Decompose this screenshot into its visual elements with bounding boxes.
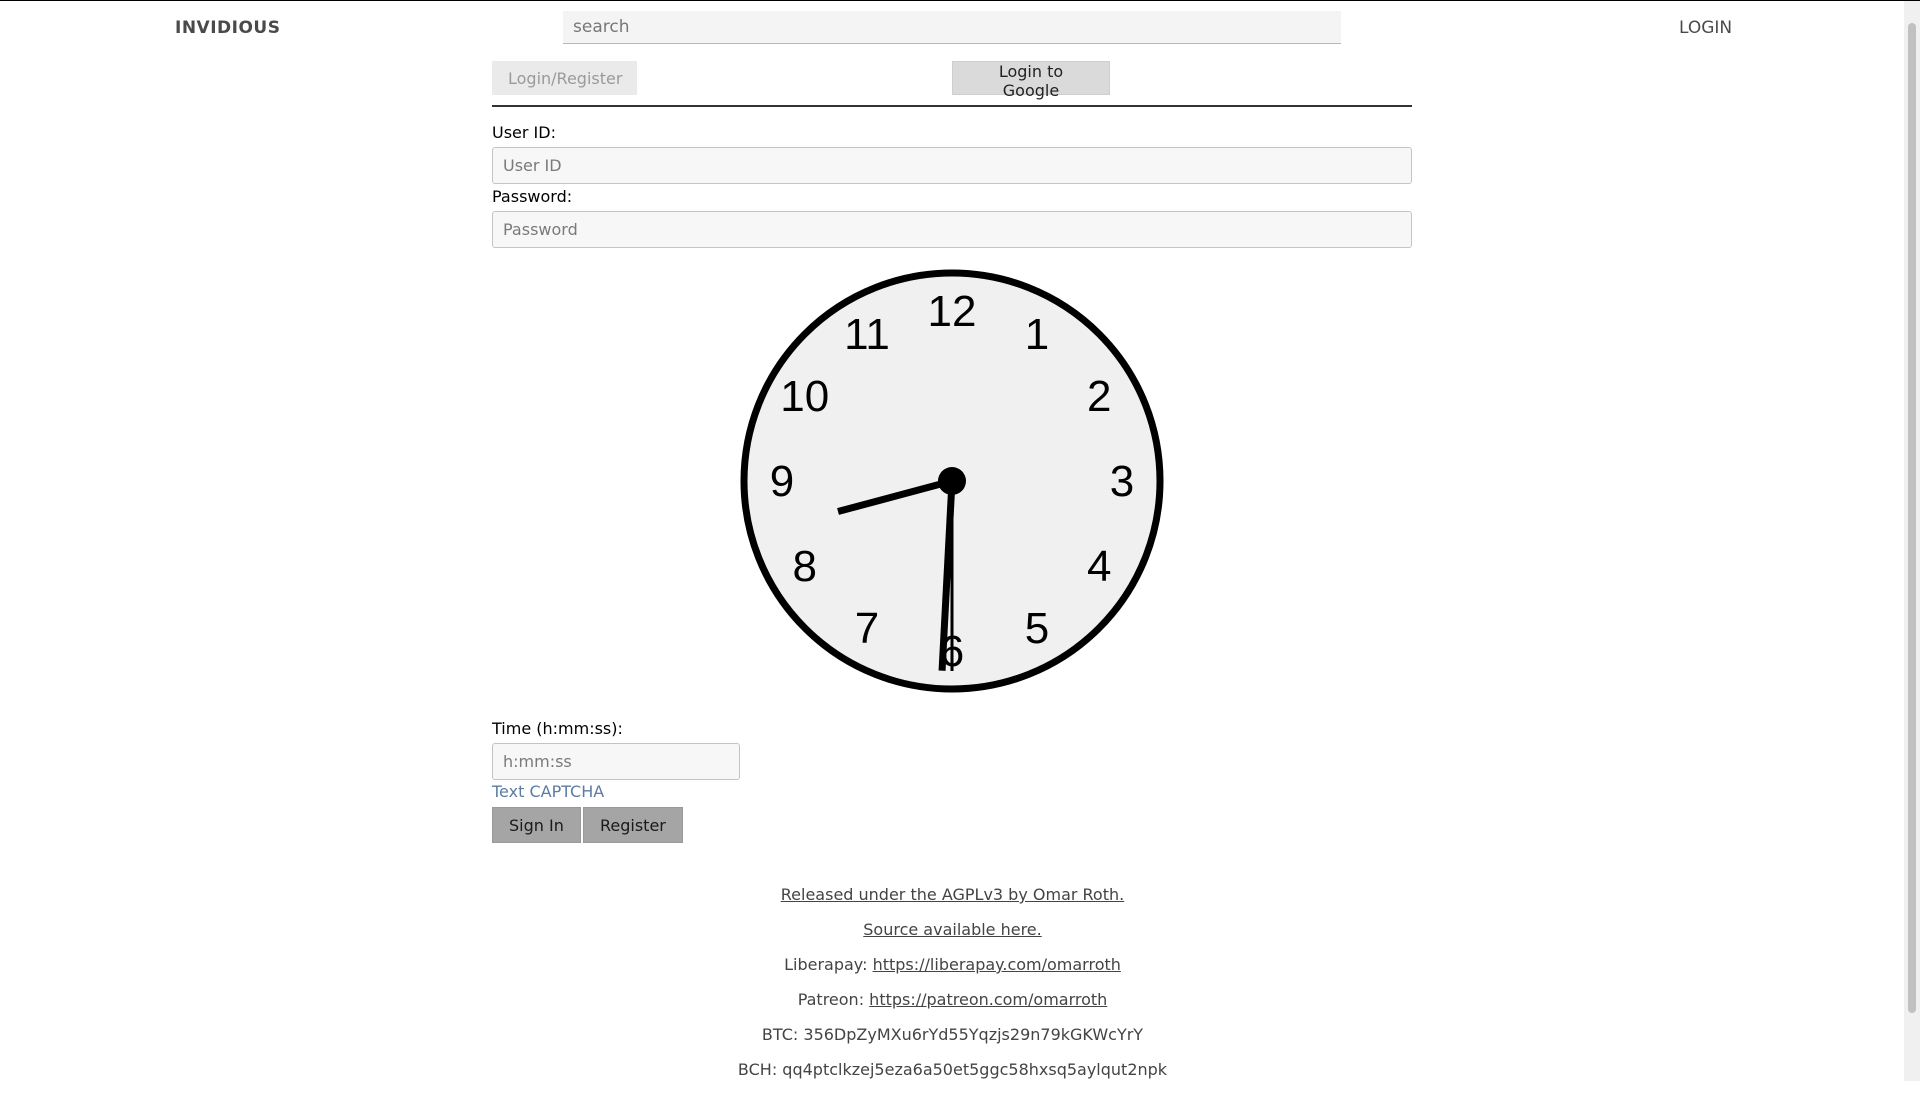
clock-numeral: 3 (1110, 457, 1134, 506)
login-tabs: Login/Register Login to Google (492, 61, 1412, 107)
clock-numeral: 1 (1025, 310, 1049, 359)
tab-login-register: Login/Register (492, 61, 637, 95)
patreon-label: Patreon: (797, 990, 870, 1009)
license-link[interactable]: Released under the AGPLv3 by Omar Roth. (781, 885, 1124, 904)
time-label: Time (h:mm:ss): (492, 719, 623, 738)
footer-liberapay: Liberapay: https://liberapay.com/omarrot… (560, 955, 1345, 990)
scrollbar-thumb[interactable] (1908, 23, 1916, 1013)
clock-numeral: 12 (928, 287, 977, 336)
sign-in-button[interactable]: Sign In (492, 807, 581, 843)
footer-bch: BCH: qq4ptclkzej5eza6a50et5ggc58hxsq5ayl… (737, 1060, 1168, 1079)
clock-numeral: 7 (855, 604, 879, 653)
user-id-label: User ID: (492, 123, 556, 142)
clock-numeral: 4 (1087, 542, 1111, 591)
search-input[interactable] (563, 11, 1341, 44)
password-field[interactable] (492, 211, 1412, 248)
liberapay-link[interactable]: https://liberapay.com/omarroth (873, 955, 1121, 974)
captcha-clock: 12 1234567891011 (740, 269, 1164, 693)
vertical-scrollbar[interactable] (1904, 1, 1920, 1081)
register-button[interactable]: Register (583, 807, 683, 843)
source-link[interactable]: Source available here. (863, 920, 1041, 939)
password-label: Password: (492, 187, 573, 206)
clock-numeral: 5 (1025, 604, 1049, 653)
clock-numeral: 9 (770, 457, 794, 506)
brand-logo-link[interactable]: INVIDIOUS (175, 18, 280, 38)
footer-license: Released under the AGPLv3 by Omar Roth. (560, 885, 1345, 920)
clock-numeral: 8 (793, 542, 817, 591)
text-captcha-link[interactable]: Text CAPTCHA (492, 782, 604, 801)
liberapay-label: Liberapay: (784, 955, 873, 974)
footer-source: Source available here. (560, 920, 1345, 955)
clock-center-pin (938, 467, 966, 495)
login-link[interactable]: LOGIN (1679, 18, 1732, 38)
footer-patreon: Patreon: https://patreon.com/omarroth (560, 990, 1345, 1025)
clock-numeral: 10 (780, 372, 829, 421)
time-field[interactable] (492, 743, 740, 780)
footer-btc: BTC: 356DpZyMXu6rYd55Yqzjs29n79kGKWcYrY (761, 1025, 1144, 1044)
user-id-field[interactable] (492, 147, 1412, 184)
patreon-link[interactable]: https://patreon.com/omarroth (869, 990, 1107, 1009)
clock-numeral: 2 (1087, 372, 1111, 421)
clock-numeral: 11 (844, 310, 890, 359)
footer: Released under the AGPLv3 by Omar Roth. … (560, 885, 1345, 1095)
tab-login-google[interactable]: Login to Google (952, 61, 1110, 100)
top-bar: INVIDIOUS LOGIN (0, 1, 1900, 53)
